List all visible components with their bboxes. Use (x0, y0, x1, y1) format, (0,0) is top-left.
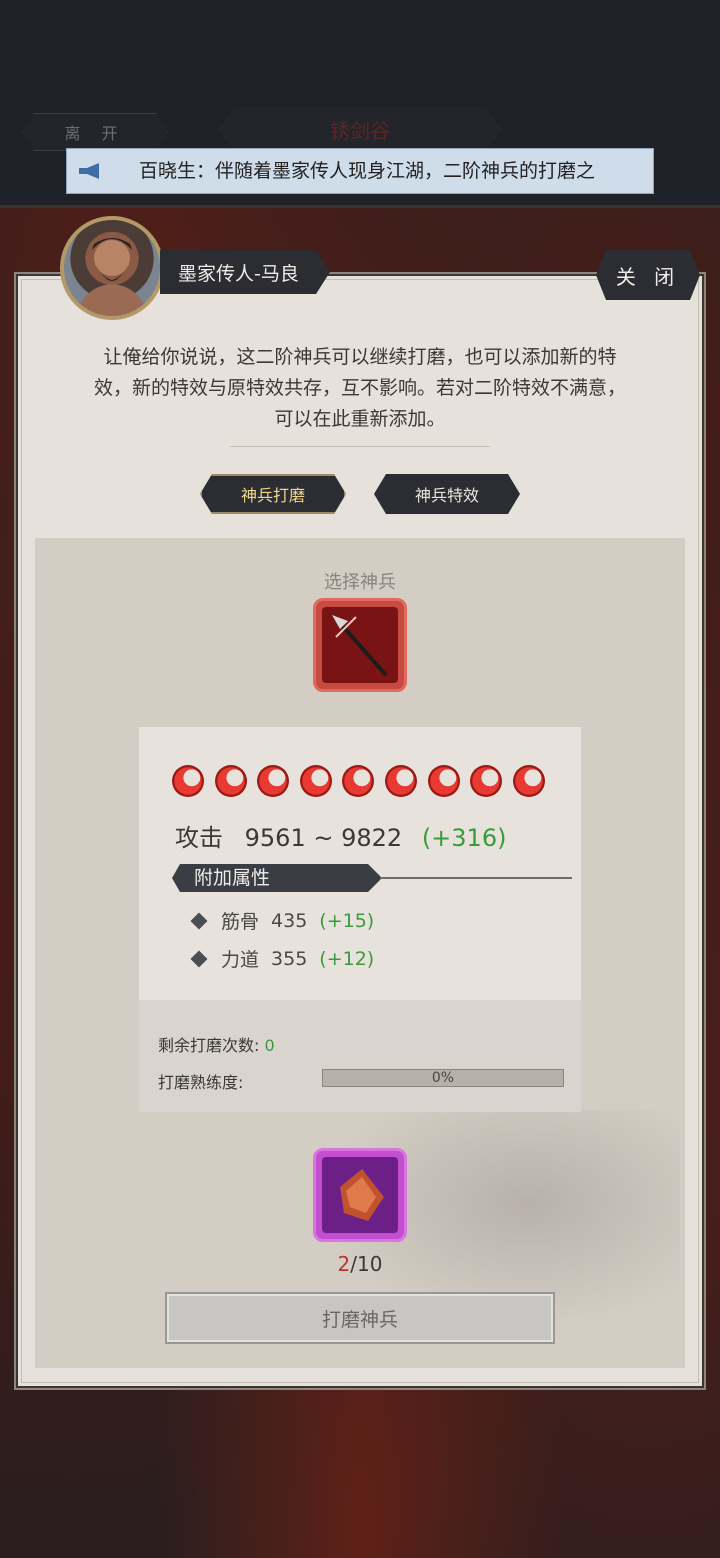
whetstone-icon (340, 1169, 384, 1221)
attr-name: 力道 (221, 949, 260, 971)
attr-bonus: (+12) (319, 947, 375, 970)
star-rating (172, 765, 555, 801)
close-button[interactable]: 关 闭 (596, 250, 700, 300)
flame-star-icon (342, 765, 375, 797)
polish-status-area (139, 1000, 581, 1112)
flame-star-icon (299, 765, 332, 797)
weapon-slot-bg (322, 607, 398, 683)
diamond-bullet-icon (190, 950, 208, 967)
material-slot[interactable] (313, 1148, 407, 1242)
npc-name-plate: 墨家传人-马良 (160, 250, 330, 294)
tab-weapon-polish[interactable]: 神兵打磨 (200, 474, 346, 514)
proficiency-text: 0% (431, 1070, 455, 1086)
attr-header-line (380, 877, 572, 879)
flame-star-icon (172, 765, 204, 797)
ornament-divider (230, 446, 490, 453)
location-title: 锈剑谷 (218, 107, 502, 151)
attr-name: 筋骨 (221, 911, 260, 933)
extra-attr-header: 附加属性 (172, 864, 382, 892)
attr-bonus: (+15) (319, 909, 375, 932)
proficiency-label: 打磨熟练度: (158, 1073, 244, 1092)
attack-bonus: (+316) (421, 824, 507, 852)
material-count: 2/10 (313, 1252, 407, 1276)
material-need: /10 (350, 1252, 383, 1276)
top-bar: 离 开 锈剑谷 百晓生：伴随着墨家传人现身江湖，二阶神兵的打磨之 (0, 0, 720, 208)
attr-value: 355 (271, 947, 308, 970)
notice-text: 百晓生：伴随着墨家传人现身江湖，二阶神兵的打磨之 (139, 160, 596, 182)
flame-star-icon (427, 765, 460, 797)
attr-row: 力道 355 (+12) (190, 945, 375, 972)
notice-banner: 百晓生：伴随着墨家传人现身江湖，二阶神兵的打磨之 (66, 148, 654, 194)
flame-star-icon (257, 765, 290, 797)
npc-face-icon (76, 238, 148, 316)
weapon-slot[interactable] (313, 598, 407, 692)
attack-stat: 攻击 9561 ~ 9822 (+316) (175, 818, 506, 853)
flame-star-icon (470, 765, 503, 797)
tab-weapon-effect[interactable]: 神兵特效 (374, 474, 520, 514)
diamond-bullet-icon (190, 912, 208, 929)
select-weapon-label: 选择神兵 (324, 572, 396, 593)
proficiency-bar: 0% (322, 1069, 564, 1087)
npc-dialog: 让俺给你说说，这二阶神兵可以继续打磨，也可以添加新的特 效，新的特效与原特效共存… (60, 342, 660, 435)
flame-star-icon (512, 765, 545, 797)
material-slot-bg (322, 1157, 398, 1233)
material-have: 2 (337, 1252, 351, 1276)
megaphone-icon (79, 163, 99, 179)
attack-range: 9561 ~ 9822 (244, 824, 403, 852)
npc-portrait (60, 216, 164, 320)
attr-row: 筋骨 435 (+15) (190, 907, 375, 934)
dialog-line: 可以在此重新添加。 (274, 408, 446, 430)
flame-star-icon (384, 765, 417, 797)
remaining-value: 0 (264, 1036, 275, 1055)
remaining-label: 剩余打磨次数: (158, 1036, 260, 1055)
dialog-line: 让俺给你说说，这二阶神兵可以继续打磨，也可以添加新的特 (103, 346, 617, 368)
dialog-line: 效，新的特效与原特效共存，互不影响。若对二阶特效不满意， (93, 377, 626, 399)
attr-value: 435 (271, 909, 308, 932)
attack-label: 攻击 (175, 824, 223, 852)
spear-icon (332, 615, 388, 677)
remaining-polish: 剩余打磨次数: 0 (158, 1032, 275, 1056)
leave-button[interactable]: 离 开 (22, 113, 168, 151)
flame-star-icon (214, 765, 247, 797)
polish-weapon-button[interactable]: 打磨神兵 (165, 1292, 555, 1344)
